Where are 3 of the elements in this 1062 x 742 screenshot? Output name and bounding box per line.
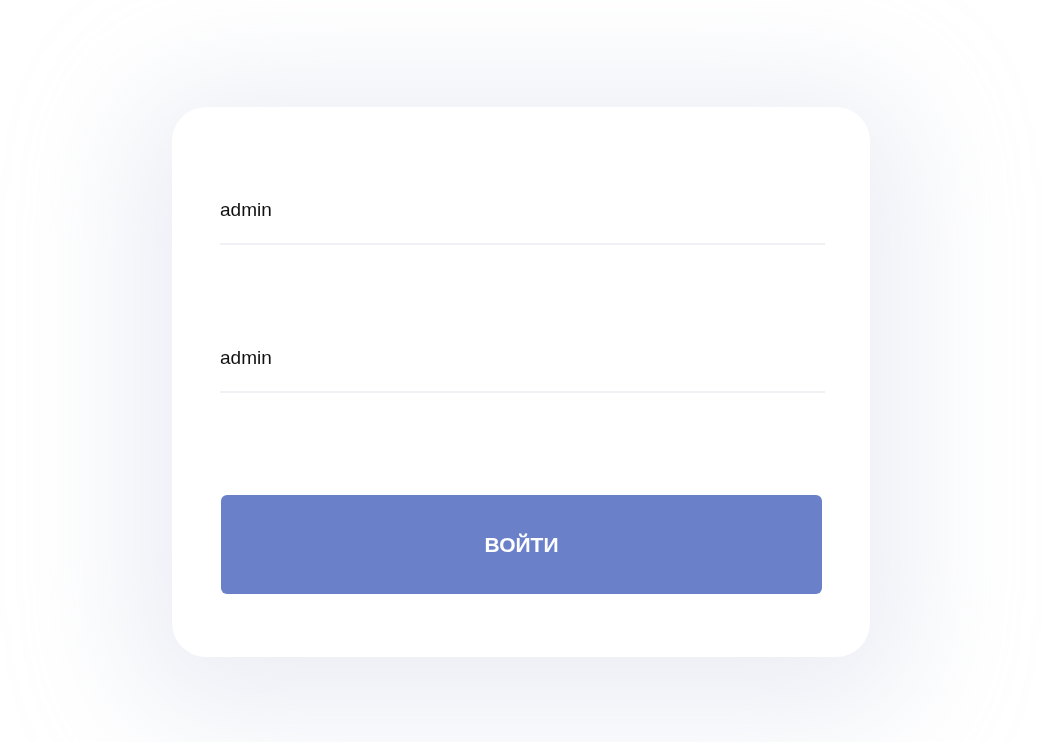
input-field[interactable]: admin [220,333,825,393]
input-field[interactable]: admin [220,185,825,245]
login-button[interactable]: ВОЙТИ [221,495,822,594]
